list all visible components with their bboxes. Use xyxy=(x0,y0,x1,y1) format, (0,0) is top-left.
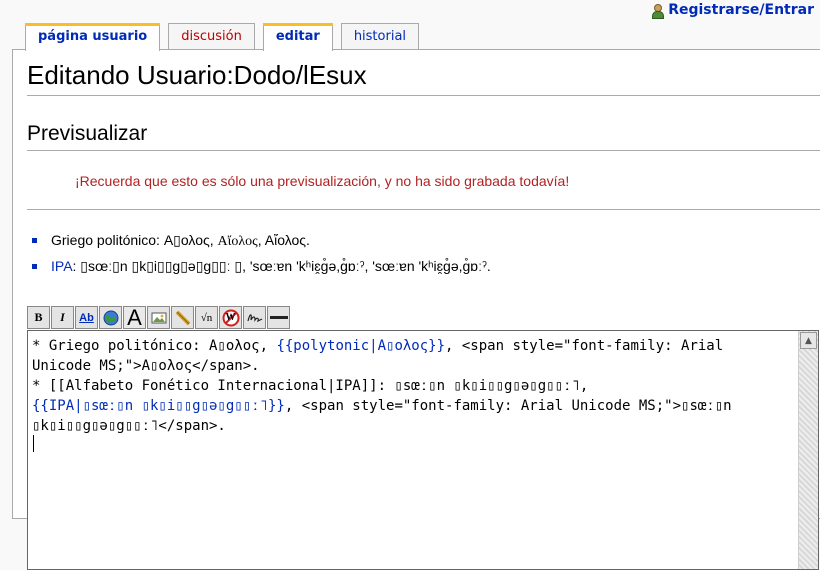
text-caret xyxy=(33,435,34,452)
nowiki-button[interactable]: W xyxy=(219,306,242,329)
greek-end: . xyxy=(306,232,310,248)
edit-text-part-1: * Griego politónico: Α▯ολος, xyxy=(32,338,277,354)
login-link[interactable]: Registrarse/Entrar xyxy=(651,2,814,19)
italic-label: I xyxy=(60,310,65,324)
preview-heading: Previsualizar xyxy=(27,122,820,151)
internal-link-button[interactable]: Ab xyxy=(75,306,98,329)
textarea-scrollbar[interactable]: ▲ xyxy=(798,331,818,569)
embedded-image-button[interactable] xyxy=(147,306,170,329)
external-link-button[interactable] xyxy=(99,306,122,329)
edit-text-template-1: {{polytonic|Α▯ολος}} xyxy=(276,338,446,354)
media-icon xyxy=(175,310,190,325)
signature-icon xyxy=(246,313,262,322)
preview-list: Griego politónico: Α▯ολος, Αἴολος, Αἴολο… xyxy=(31,230,491,282)
italic-button[interactable]: I xyxy=(51,306,74,329)
login-label: Registrarse/Entrar xyxy=(668,2,814,18)
edit-text-template-2: {{IPA|▯sœː▯n ▯k▯i▯▯g▯ə▯g▯▯ː˥}} xyxy=(32,398,285,414)
preview-warning: ¡Recuerda que esto es sólo una previsual… xyxy=(75,173,570,189)
scroll-up-arrow-icon[interactable]: ▲ xyxy=(800,332,817,349)
signature-button[interactable] xyxy=(243,306,266,329)
media-button[interactable] xyxy=(171,306,194,329)
math-label: √n xyxy=(200,311,213,324)
greek-separator-2: , xyxy=(257,232,265,248)
greek-separator-1: , xyxy=(209,232,218,248)
math-button[interactable]: √n xyxy=(195,306,218,329)
personal-bar: Registrarse/Entrar xyxy=(0,0,820,22)
nowiki-label: W xyxy=(225,312,236,323)
user-icon xyxy=(651,3,665,19)
edit-toolbar: B I Ab A √n W xyxy=(27,306,291,329)
greek-value-2: Αἴολος xyxy=(217,234,258,249)
page-title: Editando Usuario:Dodo/lEsux xyxy=(27,60,820,96)
preview-separator xyxy=(27,209,820,210)
tab-history[interactable]: historial xyxy=(340,23,420,50)
greek-label: Griego politónico: xyxy=(51,232,164,248)
globe-icon xyxy=(103,310,118,325)
edit-textarea[interactable]: * Griego politónico: Α▯ολος, {{polytonic… xyxy=(27,330,819,570)
edit-text: * Griego politónico: Α▯ολος, {{polytonic… xyxy=(32,336,776,436)
ipa-link[interactable]: IPA xyxy=(51,258,73,274)
bold-button[interactable]: B xyxy=(27,306,50,329)
page-tabs: página usuario discusión editar historia… xyxy=(25,23,427,51)
headline-label: A xyxy=(127,306,142,329)
ipa-value: : ▯sœː▯n ▯k▯i▯▯g▯ə▯g▯▯ː ▯, 'sœːɐn 'kʰiɛ̯… xyxy=(72,258,491,274)
greek-value-1: Α▯ολος xyxy=(163,232,210,248)
headline-button[interactable]: A xyxy=(123,306,146,329)
internal-link-label: Ab xyxy=(79,311,94,324)
tab-user-page[interactable]: página usuario xyxy=(25,23,161,51)
greek-value-3: Αἴολος xyxy=(264,232,307,248)
content-area: Editando Usuario:Dodo/lEsux Previsualiza… xyxy=(12,49,820,570)
horizontal-line-icon xyxy=(269,315,288,319)
horizontal-line-button[interactable] xyxy=(267,306,290,329)
list-item-ipa: IPA: ▯sœː▯n ▯k▯i▯▯g▯ə▯g▯▯ː ▯, 'sœːɐn 'kʰ… xyxy=(31,256,491,282)
list-item-greek: Griego politónico: Α▯ολος, Αἴολος, Αἴολο… xyxy=(31,230,491,256)
tab-discussion[interactable]: discusión xyxy=(168,23,255,50)
image-icon xyxy=(151,312,166,323)
tab-edit[interactable]: editar xyxy=(262,23,333,51)
bold-label: B xyxy=(34,310,43,324)
